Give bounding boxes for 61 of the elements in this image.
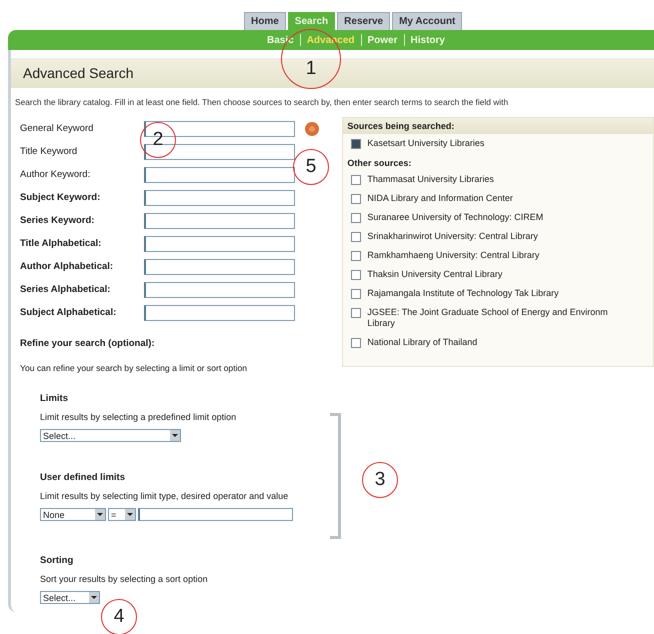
source-label: JGSEE: The Joint Graduate School of Energy and Environm Library: [367, 307, 609, 329]
checkbox[interactable]: [351, 308, 362, 318]
field-label: Series Keyword:: [20, 215, 96, 226]
field-label: Subject Keyword:: [20, 192, 102, 203]
intro-text: Search the library catalog. Fill in at least one field. Then choose sources to search by, then enter search terms to search the field with: [14, 96, 510, 107]
nav-tab[interactable]: Home: [244, 12, 286, 30]
section-text: You can refine your search by selecting a limit or sort option: [20, 363, 248, 373]
source-label: Thammasat University Libraries: [367, 174, 494, 185]
source-label: NIDA Library and Information Center: [367, 193, 513, 204]
checkbox[interactable]: [351, 194, 362, 204]
checkbox[interactable]: [351, 270, 362, 280]
operator-select[interactable]: =: [108, 508, 136, 521]
section-heading: Sorting: [40, 555, 74, 566]
checkbox[interactable]: [351, 289, 362, 299]
limit-value-field[interactable]: [138, 508, 293, 521]
checkbox[interactable]: [351, 213, 362, 223]
field-label: Author Keyword:: [20, 169, 92, 180]
checkbox[interactable]: [351, 232, 362, 242]
search-field[interactable]: [144, 166, 295, 182]
field-label: Subject Alphabetical:: [20, 307, 118, 318]
search-field[interactable]: [144, 190, 295, 206]
search-field[interactable]: [144, 258, 295, 274]
nav-tab[interactable]: My Account: [392, 12, 462, 30]
source-label: Kasetsart University Libraries: [367, 138, 484, 149]
section-text: Limit results by selecting a predefined limit option: [40, 411, 238, 424]
help-icon[interactable]: [305, 122, 319, 136]
nav-tab[interactable]: Reserve: [337, 12, 390, 30]
source-label: National Library of Thailand: [367, 337, 478, 348]
annotation-number: 3: [362, 462, 398, 498]
section-text: Sort your results by selecting a sort option: [40, 573, 209, 586]
search-field[interactable]: [144, 282, 295, 298]
section-heading: Limits: [40, 393, 69, 404]
search-field[interactable]: [144, 212, 295, 228]
field-label: Title Keyword: [20, 146, 78, 157]
sort-select[interactable]: Select...: [40, 591, 100, 604]
section-heading: User defined limits: [40, 472, 126, 483]
source-label: Thaksin University Central Library: [367, 269, 502, 280]
field-label: Author Alphabetical:: [20, 261, 114, 272]
search-field[interactable]: [144, 304, 295, 320]
annotation-number: 5: [293, 149, 329, 185]
page-title: Advanced Search: [23, 65, 134, 81]
field-label: General Keyword: [20, 123, 94, 134]
field-label: Title Alphabetical:: [20, 238, 102, 249]
sources-subheading: Other sources:: [346, 157, 412, 170]
field-label: Series Alphabetical:: [20, 284, 112, 295]
checkbox[interactable]: [351, 338, 362, 348]
checkbox[interactable]: [351, 251, 362, 261]
search-field[interactable]: [144, 236, 295, 252]
sources-heading: Sources being searched:: [343, 118, 653, 134]
source-label: Suranaree University of Technology: CIREM: [367, 212, 544, 223]
checkbox[interactable]: [351, 139, 362, 149]
search-field[interactable]: [144, 144, 295, 160]
checkbox[interactable]: [351, 175, 362, 185]
source-label: Srinakharinwirot University: Central Library: [367, 231, 538, 242]
source-label: Rajamangala Institute of Technology Tak Library: [367, 288, 559, 299]
source-label: Ramkhamhaeng University: Central Library: [367, 250, 540, 261]
limit-select[interactable]: Select...: [40, 429, 181, 442]
section-heading: Refine your search (optional):: [20, 338, 156, 349]
section-text: Limit results by selecting limit type, desired operator and value: [40, 490, 290, 503]
annotation-number: 4: [101, 599, 137, 634]
limit-type-select[interactable]: None: [40, 508, 106, 521]
